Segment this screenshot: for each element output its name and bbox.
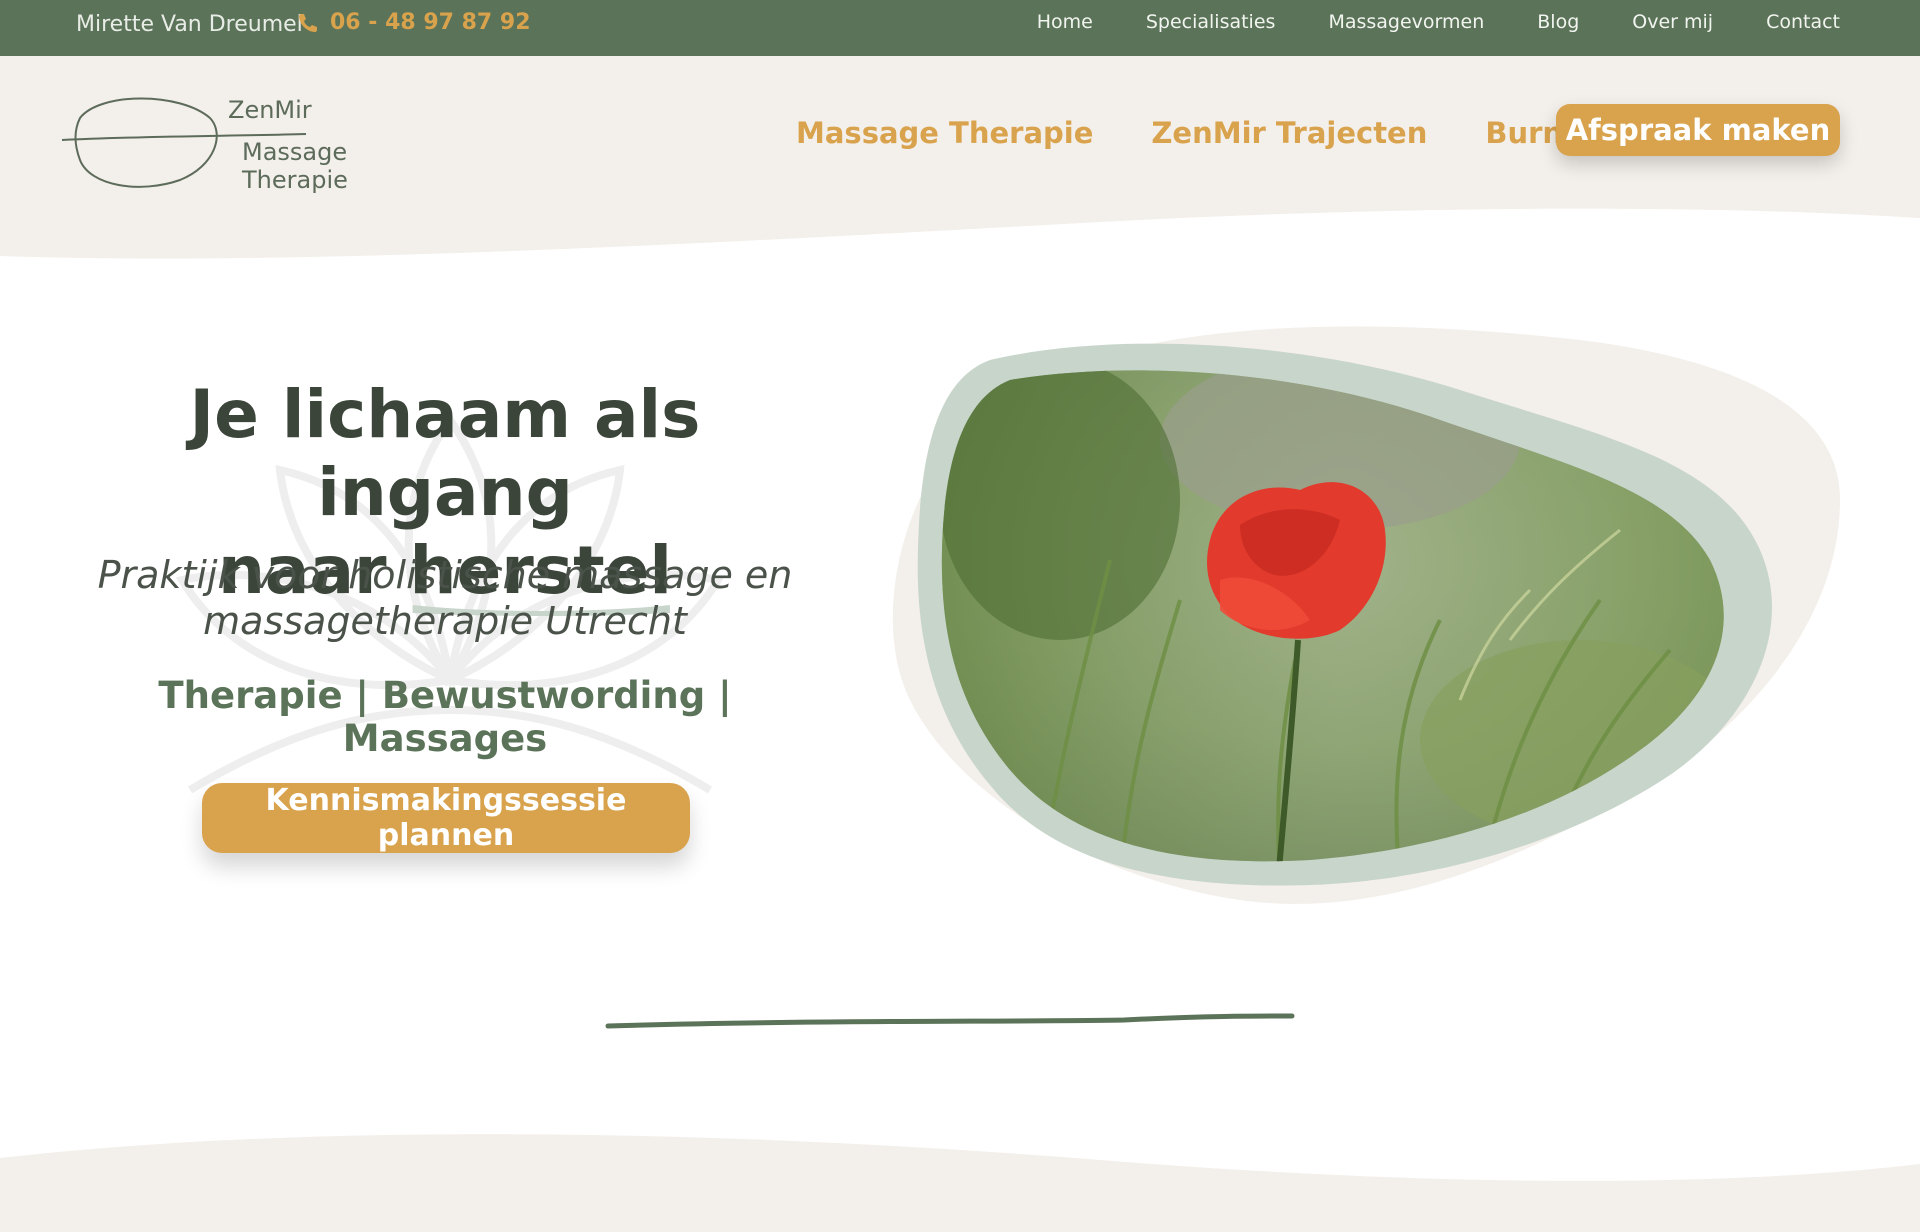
site-logo[interactable]: ZenMir Massage Therapie bbox=[60, 82, 460, 202]
topnav-massagevormen[interactable]: Massagevormen bbox=[1328, 11, 1484, 33]
kennismakingssessie-button[interactable]: Kennismakingssessie plannen bbox=[202, 783, 690, 853]
top-navigation: Home Specialisaties Massagevormen Blog O… bbox=[1037, 11, 1840, 33]
logo-subtitle: Massage Therapie bbox=[242, 138, 348, 194]
afspraak-maken-button[interactable]: Afspraak maken bbox=[1556, 104, 1840, 156]
topnav-blog[interactable]: Blog bbox=[1537, 11, 1579, 33]
topnav-home[interactable]: Home bbox=[1037, 11, 1093, 33]
nav-massage-therapie[interactable]: Massage Therapie bbox=[796, 116, 1093, 150]
nav-zenmir-trajecten[interactable]: ZenMir Trajecten bbox=[1151, 116, 1427, 150]
hero-pillars: Therapie | Bewustwording | Massages bbox=[158, 674, 732, 760]
hero-poppy-image bbox=[892, 326, 1840, 904]
section-divider bbox=[605, 1013, 1295, 1029]
topnav-over-mij[interactable]: Over mij bbox=[1632, 11, 1713, 33]
top-bar: Mirette Van Dreumel 06 - 48 97 87 92 Hom… bbox=[0, 0, 1920, 56]
hero-title-line-1: Je lichaam als ingang bbox=[189, 376, 701, 531]
phone-number: 06 - 48 97 87 92 bbox=[330, 10, 531, 35]
site-header: ZenMir Massage Therapie Massage Therapie… bbox=[0, 56, 1920, 266]
footer-wave-background bbox=[0, 1134, 1920, 1232]
logo-name: ZenMir bbox=[228, 96, 312, 124]
owner-name: Mirette Van Dreumel bbox=[76, 12, 303, 37]
phone-icon bbox=[296, 11, 320, 35]
topnav-specialisaties[interactable]: Specialisaties bbox=[1146, 11, 1276, 33]
phone-link[interactable]: 06 - 48 97 87 92 bbox=[296, 10, 531, 35]
topnav-contact[interactable]: Contact bbox=[1766, 11, 1840, 33]
hero-tagline: Praktijk voor holistische massage en mas… bbox=[97, 553, 793, 643]
main-navigation: Massage Therapie ZenMir Trajecten Burn o… bbox=[796, 116, 1644, 150]
